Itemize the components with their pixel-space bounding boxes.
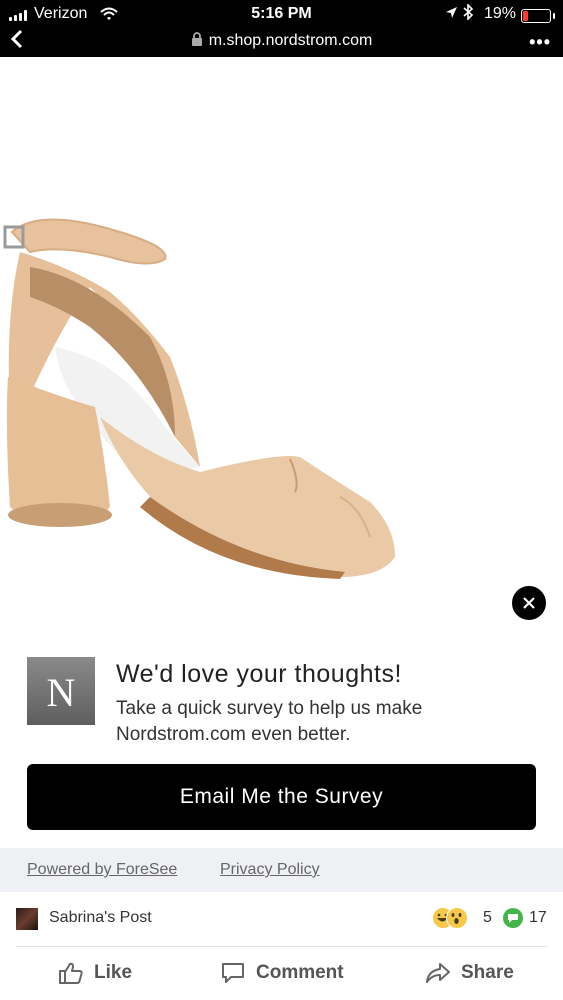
comment-bubble-icon (503, 908, 523, 928)
close-icon (523, 597, 535, 609)
browser-top-bar: Verizon 5:16 PM 19% m.shop.nordstrom.com (0, 0, 563, 57)
bluetooth-icon (462, 3, 474, 24)
post-author[interactable]: Sabrina's Post (49, 909, 152, 927)
url-bar: m.shop.nordstrom.com ••• (0, 29, 563, 54)
url-text-container[interactable]: m.shop.nordstrom.com (0, 32, 563, 51)
like-button[interactable]: Like (58, 961, 132, 985)
privacy-policy-link[interactable]: Privacy Policy (220, 861, 320, 879)
close-survey-button[interactable] (510, 584, 548, 622)
url-text: m.shop.nordstrom.com (208, 32, 373, 49)
share-label: Share (461, 962, 514, 983)
battery-icon (521, 9, 555, 23)
more-options-icon[interactable]: ••• (529, 32, 551, 53)
status-bar: Verizon 5:16 PM 19% (0, 3, 563, 26)
email-survey-button[interactable]: Email Me the Survey (27, 764, 536, 830)
comment-button[interactable]: Comment (220, 961, 344, 985)
shoe-image (3, 218, 395, 579)
powered-by-link[interactable]: Powered by ForeSee (27, 861, 177, 879)
battery-percent: 19% (484, 5, 517, 22)
lock-icon (191, 32, 203, 51)
clock: 5:16 PM (251, 5, 312, 22)
comment-label: Comment (256, 962, 344, 983)
survey-title: We'd love your thoughts! (116, 660, 402, 688)
survey-description: Take a quick survey to help us make Nord… (116, 698, 423, 745)
avatar[interactable] (16, 908, 38, 930)
survey-card: N We'd love your thoughts! Take a quick … (0, 630, 563, 892)
reaction-count: 5 (483, 909, 492, 926)
share-button[interactable]: Share (425, 961, 514, 985)
like-label: Like (94, 962, 133, 983)
wow-reaction-icon (446, 907, 468, 929)
comment-icon (222, 963, 244, 983)
nordstrom-logo: N (27, 657, 95, 725)
comment-count: 17 (529, 909, 547, 926)
thumbs-up-icon (59, 962, 83, 984)
post-actions: Like Comment Share (0, 947, 563, 1000)
share-icon (426, 963, 450, 983)
product-image-area (0, 57, 563, 630)
survey-footer: Powered by ForeSee Privacy Policy (0, 848, 563, 892)
reactions-summary[interactable]: 5 17 (432, 907, 552, 931)
logo-letter: N (46, 670, 76, 715)
location-icon (445, 6, 458, 25)
facebook-post-bar: Sabrina's Post 5 17 Like Comment Share (0, 892, 563, 1000)
post-header: Sabrina's Post 5 17 (0, 892, 563, 946)
